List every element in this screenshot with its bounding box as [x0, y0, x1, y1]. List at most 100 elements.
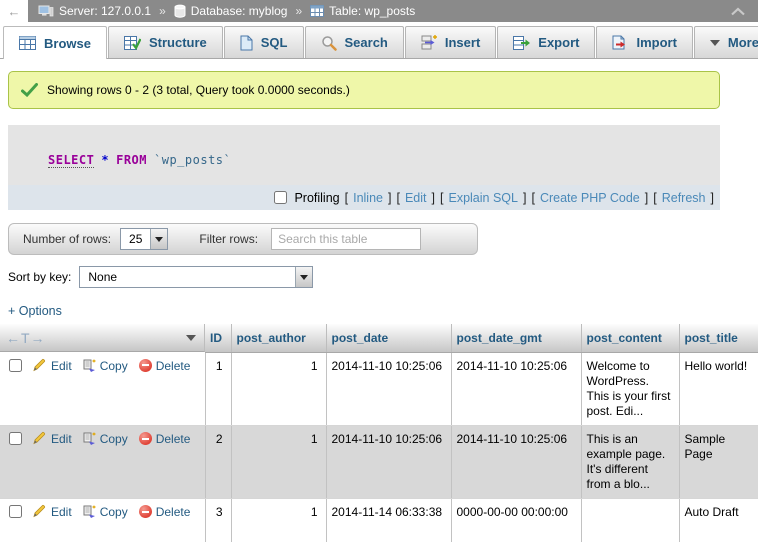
- edit-query-link[interactable]: Edit: [405, 191, 427, 205]
- copy-link[interactable]: Copy: [83, 359, 128, 373]
- tab-insert[interactable]: Insert: [405, 26, 496, 58]
- column-header-post-title[interactable]: post_title: [679, 324, 758, 353]
- breadcrumb-server[interactable]: Server: 127.0.0.1: [59, 4, 151, 18]
- edit-label: Edit: [51, 359, 72, 373]
- delete-link[interactable]: Delete: [139, 505, 191, 519]
- select-dropdown-button[interactable]: [150, 229, 167, 249]
- tab-label: Browse: [44, 36, 91, 51]
- copy-link[interactable]: Copy: [83, 505, 128, 519]
- number-of-rows-select[interactable]: 25: [120, 228, 168, 250]
- edit-link[interactable]: Edit: [32, 359, 72, 373]
- column-header-post-author[interactable]: post_author: [231, 324, 326, 353]
- delete-link[interactable]: Delete: [139, 359, 191, 373]
- success-message: Showing rows 0 - 2 (3 total, Query took …: [8, 71, 720, 109]
- column-header-post-date-gmt[interactable]: post_date_gmt: [451, 324, 581, 353]
- column-header-actions[interactable]: ←T→: [0, 324, 205, 352]
- delete-label: Delete: [156, 359, 191, 373]
- column-header-id[interactable]: ID: [205, 324, 231, 353]
- row-select-checkbox[interactable]: [9, 432, 22, 445]
- tab-sql[interactable]: SQL: [224, 26, 304, 58]
- cell-post-content: Welcome to WordPress. This is your first…: [581, 353, 679, 426]
- sql-query-box: SELECT*FROM`wp_posts`: [8, 125, 720, 185]
- tab-import[interactable]: Import: [596, 26, 692, 58]
- table-header-row: ←T→ ID post_author post_date post_date_g…: [0, 324, 758, 353]
- sort-descending-icon[interactable]: [186, 335, 196, 341]
- number-of-rows-label: Number of rows:: [23, 232, 111, 246]
- tab-label: Export: [538, 35, 579, 50]
- select-dropdown-button[interactable]: [295, 267, 312, 287]
- column-header-post-content[interactable]: post_content: [581, 324, 679, 353]
- import-icon: [612, 35, 628, 50]
- back-button[interactable]: ←: [0, 0, 28, 22]
- tab-search[interactable]: Search: [305, 26, 404, 58]
- profiling-label: Profiling: [294, 191, 339, 205]
- bracket: ]: [432, 191, 435, 205]
- copy-label: Copy: [100, 432, 128, 446]
- insert-icon: [421, 35, 437, 50]
- chevron-down-icon: [710, 40, 720, 46]
- filter-rows-input[interactable]: [271, 228, 421, 250]
- cell-post-date-gmt: 2014-11-10 10:25:06: [451, 353, 581, 426]
- cell-post-author: 1: [231, 353, 326, 426]
- copy-link[interactable]: Copy: [83, 432, 128, 446]
- delete-link[interactable]: Delete: [139, 432, 191, 446]
- breadcrumb-table[interactable]: Table: wp_posts: [329, 4, 415, 18]
- edit-link[interactable]: Edit: [32, 432, 72, 446]
- row-actions-nav-glyph: ←T→: [6, 330, 46, 346]
- query-actions-bar: Profiling [ Inline ] [ Edit ] [ Explain …: [8, 185, 720, 210]
- sort-by-key-select[interactable]: None: [79, 266, 313, 288]
- breadcrumb: Server: 127.0.0.1 » Database: myblog » T…: [38, 4, 415, 18]
- database-icon: [174, 4, 186, 18]
- cell-post-content: [581, 499, 679, 542]
- create-php-code-link[interactable]: Create PHP Code: [540, 191, 640, 205]
- cell-post-title: Hello world!: [679, 353, 758, 426]
- options-toggle-link[interactable]: + Options: [8, 304, 62, 318]
- table-row: EditCopyDelete 3 1 2014-11-14 06:33:38 0…: [0, 499, 758, 542]
- tab-export[interactable]: Export: [497, 26, 595, 58]
- column-header-post-date[interactable]: post_date: [326, 324, 451, 353]
- sql-query-text: SELECT*FROM`wp_posts`: [48, 153, 710, 167]
- cell-id: 3: [205, 499, 231, 542]
- row-select-checkbox[interactable]: [9, 505, 22, 518]
- search-icon: [321, 35, 337, 51]
- success-check-icon: [21, 83, 38, 97]
- copy-icon: [83, 359, 96, 372]
- cell-post-date: 2014-11-10 10:25:06: [326, 426, 451, 499]
- breadcrumb-separator: »: [159, 4, 166, 18]
- row-actions-cell: Edit Copy Delete: [0, 426, 205, 499]
- structure-icon: [124, 36, 141, 50]
- edit-link[interactable]: Edit: [32, 505, 72, 519]
- rows-filter-bar: Number of rows: 25 Filter rows:: [8, 223, 478, 255]
- refresh-link[interactable]: Refresh: [662, 191, 706, 205]
- filter-rows-label: Filter rows:: [199, 232, 258, 246]
- sql-keyword-select[interactable]: SELECT: [48, 153, 94, 168]
- breadcrumb-database[interactable]: Database: myblog: [191, 4, 288, 18]
- tab-structure[interactable]: Structure: [108, 26, 223, 58]
- tab-more[interactable]: More: [694, 26, 758, 58]
- cell-post-title: Auto Draft: [679, 499, 758, 542]
- row-select-checkbox[interactable]: [9, 359, 22, 372]
- delete-label: Delete: [156, 505, 191, 519]
- sql-star: *: [101, 153, 109, 167]
- bracket: [: [396, 191, 399, 205]
- delete-icon: [139, 432, 152, 445]
- inline-link[interactable]: Inline: [353, 191, 383, 205]
- explain-sql-link[interactable]: Explain SQL: [448, 191, 517, 205]
- sort-row: Sort by key: None: [8, 266, 758, 288]
- edit-label: Edit: [51, 432, 72, 446]
- table-row: EditCopyDelete 2 1 2014-11-10 10:25:06 2…: [0, 426, 758, 499]
- cell-post-author: 1: [231, 499, 326, 542]
- cell-post-title: Sample Page: [679, 426, 758, 499]
- delete-icon: [139, 505, 152, 518]
- profiling-checkbox[interactable]: [274, 191, 287, 204]
- cell-post-date: 2014-11-10 10:25:06: [326, 353, 451, 426]
- table-row: EditCopyDelete 1 1 2014-11-10 10:25:06 2…: [0, 353, 758, 426]
- breadcrumb-bar: ← Server: 127.0.0.1 » Database: myblog »…: [0, 0, 758, 22]
- tab-label: SQL: [261, 35, 288, 50]
- collapse-panel-icon[interactable]: [730, 7, 746, 16]
- chevron-down-icon: [155, 237, 163, 242]
- sort-by-key-value: None: [80, 270, 295, 284]
- tab-browse[interactable]: Browse: [3, 26, 107, 59]
- tab-label: Structure: [149, 35, 207, 50]
- browse-icon: [19, 36, 36, 50]
